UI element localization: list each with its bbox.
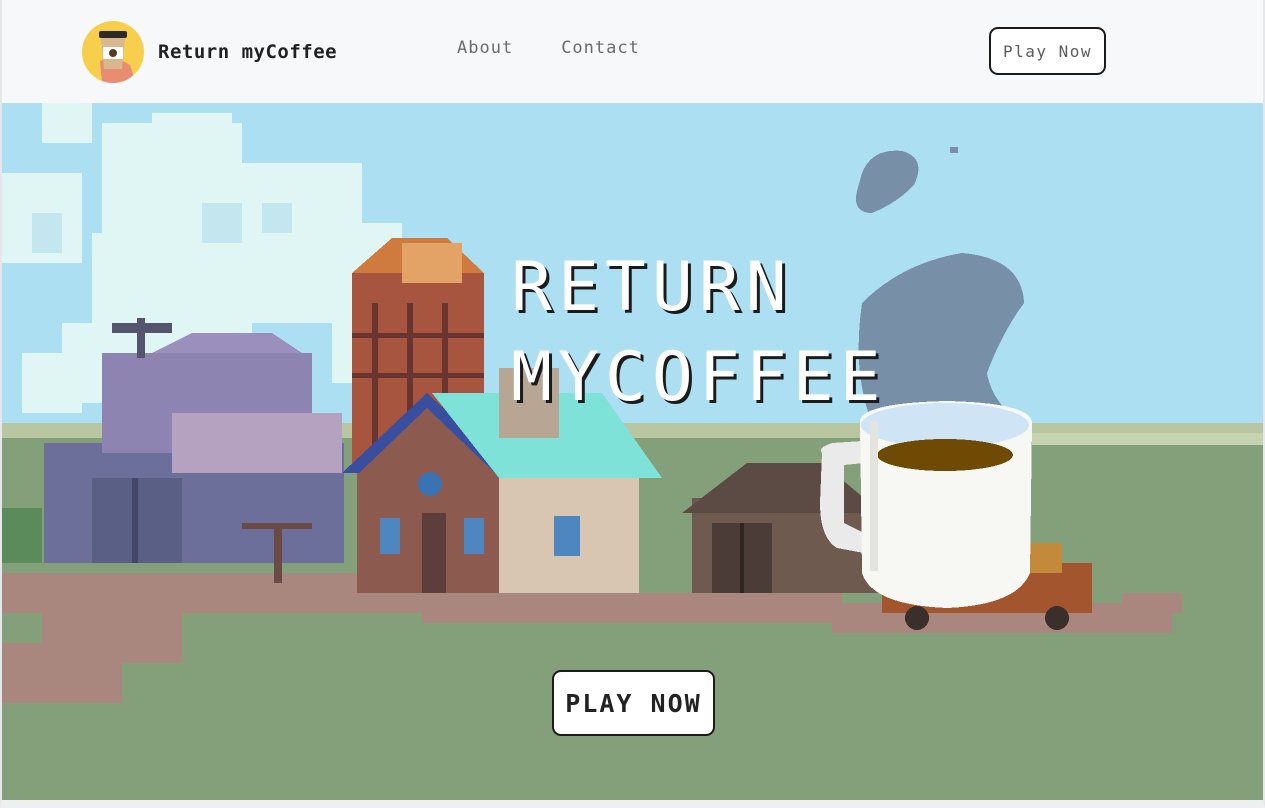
brand-link[interactable]: Return myCoffee [82,20,337,84]
hero-play-now-button[interactable]: PLAY NOW [552,670,715,736]
coffee-cup-logo-icon [82,21,144,83]
hero-title: RETURN MYCOFFEE [511,248,887,417]
hero-section: RETURN MYCOFFEE PLAY NOW [2,103,1263,800]
nav-links: About Contact [457,38,640,58]
nav-link-about[interactable]: About [457,38,513,58]
brand-name: Return myCoffee [158,41,338,63]
header-play-now-button[interactable]: Play Now [989,27,1106,75]
navbar: Return myCoffee About Contact Play Now [2,0,1263,103]
page: Return myCoffee About Contact Play Now R… [0,0,1265,808]
nav-link-contact[interactable]: Contact [561,38,640,58]
